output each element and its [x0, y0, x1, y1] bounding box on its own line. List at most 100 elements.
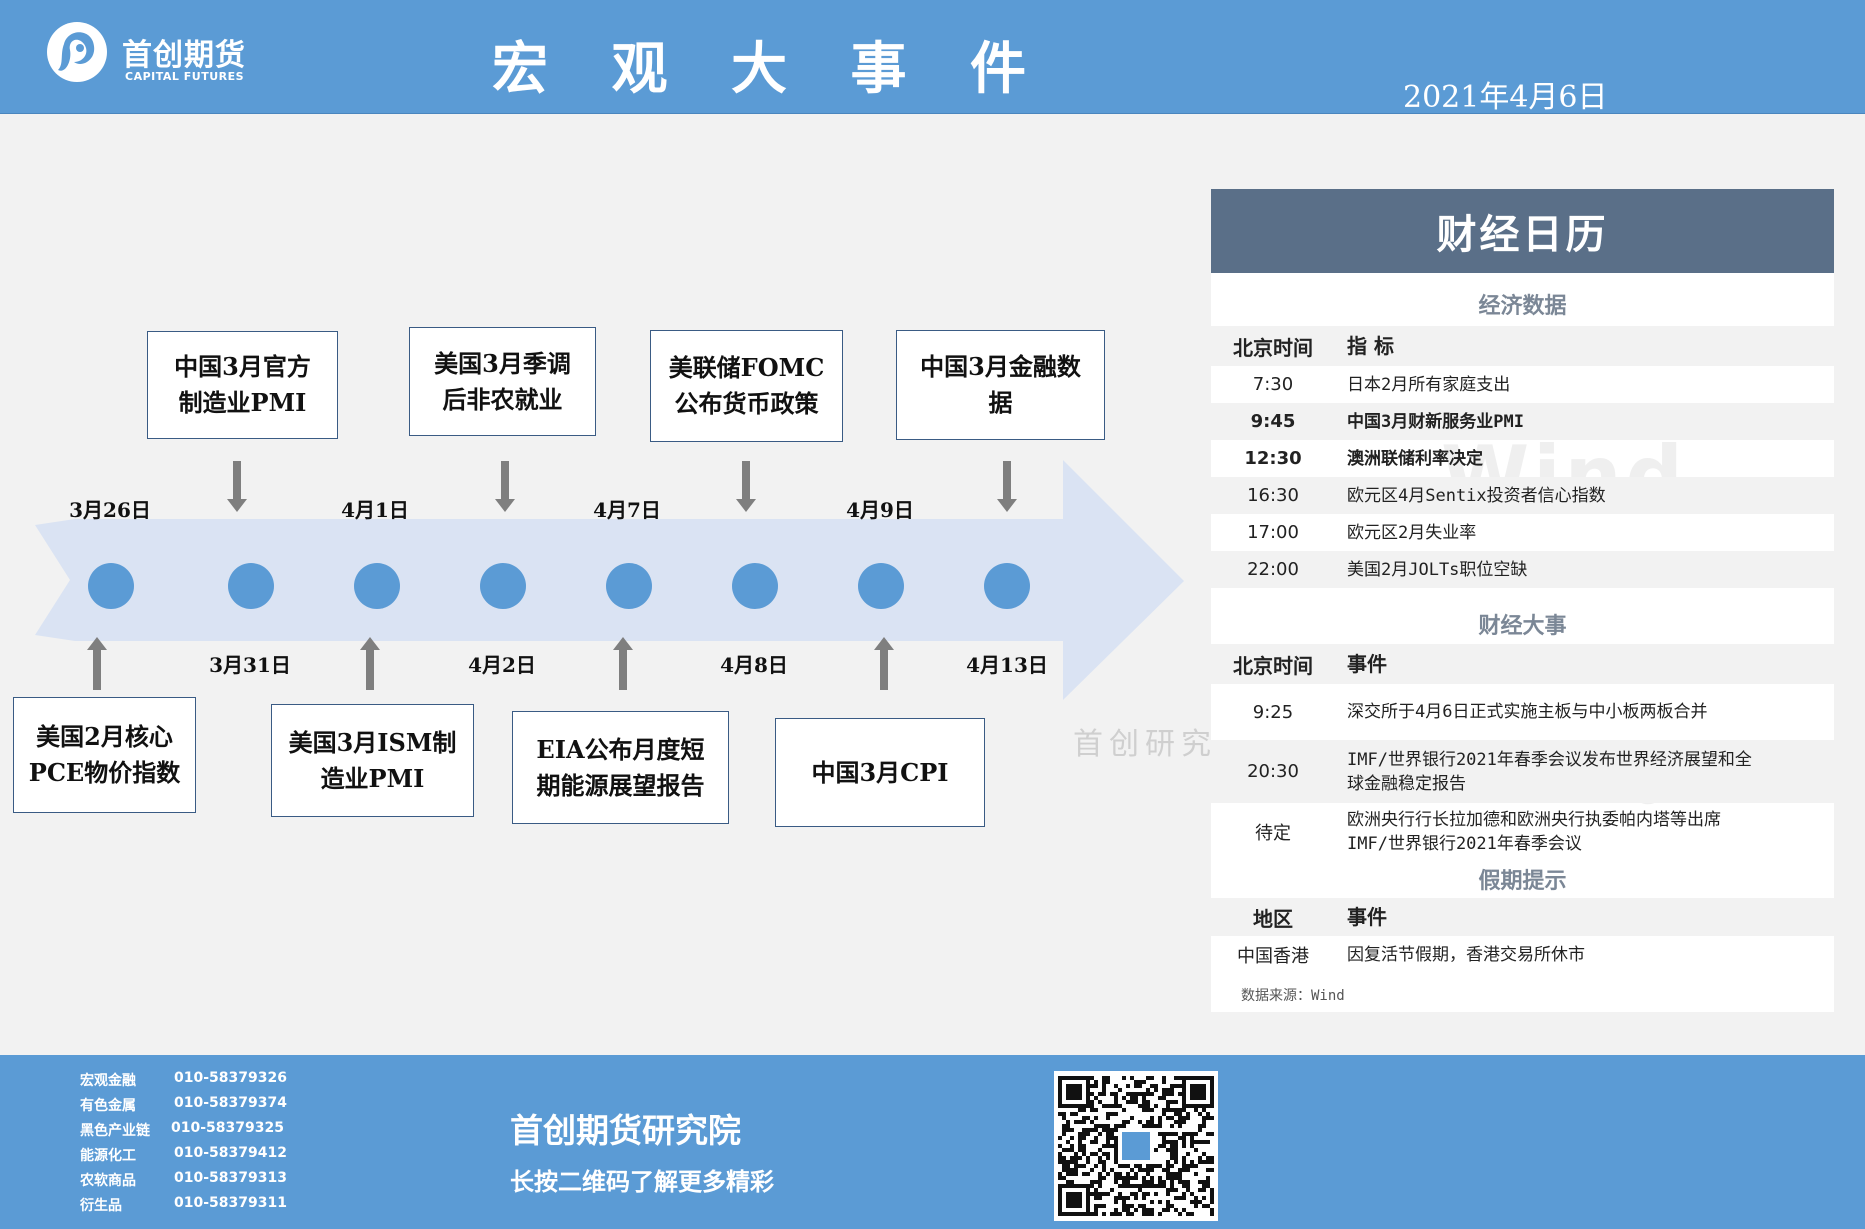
timeline-event-box: 美国2月核心 PCE物价指数	[13, 697, 196, 813]
calendar-row-time: 7:30	[1252, 374, 1294, 395]
section-holiday: 假期提示	[1478, 869, 1567, 894]
timeline-event-box: 美国3月ISM制 造业PMI	[271, 704, 474, 817]
data-source-note: 数据来源：Wind	[1241, 988, 1345, 1004]
page-date: 2021年4月6日	[1403, 80, 1608, 115]
calendar-row-item: 澳洲联储利率决定	[1347, 448, 1483, 469]
calendar-row-time: 9:25	[1252, 701, 1294, 723]
calendar-row-item: IMF/世界银行2021年春季会议发布世界经济展望和全 球金融稳定报告	[1347, 749, 1752, 794]
up-pointer-icon	[360, 637, 380, 690]
timeline-date-label: 4月8日	[720, 653, 788, 677]
footer-org-name: 首创期货研究院	[510, 1111, 741, 1150]
calendar-row-item: 欧元区4月Sentix投资者信心指数	[1347, 485, 1606, 506]
timeline-node	[732, 563, 778, 609]
econ-header-time: 北京时间	[1233, 335, 1313, 360]
research-watermark: 首创研究	[1073, 727, 1217, 762]
finance-calendar-panel: 财经日历 Wind Wind 经济数据 北京时间 指 标 7:30日本2月所有家…	[1211, 189, 1834, 1012]
contact-dept: 衍生品	[80, 1198, 122, 1214]
section-finance-events: 财经大事	[1478, 614, 1567, 639]
down-pointer-icon	[495, 461, 515, 512]
contact-dept: 有色金属	[80, 1098, 136, 1114]
calendar-row: 20:30 IMF/世界银行2021年春季会议发布世界经济展望和全 球金融稳定报告	[1211, 740, 1834, 803]
timeline-date-label: 4月13日	[966, 653, 1048, 677]
timeline-date-label: 4月2日	[468, 653, 536, 677]
timeline-event-box: EIA公布月度短 期能源展望报告	[512, 711, 729, 824]
timeline-event-text: 中国3月CPI	[811, 757, 949, 787]
timeline-event-box: 中国3月金融数 据	[896, 330, 1105, 440]
timeline-date-label: 3月26日	[69, 498, 151, 522]
contact-dept: 能源化工	[80, 1148, 136, 1164]
contact-dept: 黑色产业链	[80, 1123, 150, 1139]
calendar-row: 12:30 澳洲联储利率决定	[1211, 440, 1834, 477]
timeline-node	[88, 563, 134, 609]
timeline-event-box: 美国3月季调 后非农就业	[409, 327, 596, 436]
calendar-row: 17:00 欧元区2月失业率	[1211, 514, 1834, 551]
calendar-row: 7:30 日本2月所有家庭支出	[1211, 366, 1834, 403]
down-pointer-icon	[997, 461, 1017, 512]
calendar-row-item: 欧元区2月失业率	[1347, 522, 1477, 543]
calendar-row-time: 17:00	[1247, 522, 1299, 543]
calendar-row-time: 待定	[1255, 822, 1291, 844]
calendar-row: 16:30 欧元区4月Sentix投资者信心指数	[1211, 477, 1834, 514]
holiday-header-row: 地区 事件	[1211, 898, 1834, 936]
timeline-date-label: 4月1日	[341, 498, 409, 522]
timeline-event-box: 中国3月CPI	[775, 718, 985, 827]
timeline-node	[606, 563, 652, 609]
timeline-date-label: 3月31日	[209, 653, 291, 677]
calendar-row: 9:45 中国3月财新服务业PMI	[1211, 403, 1834, 440]
contact-phone[interactable]: 010-58379374	[174, 1095, 287, 1111]
contact-phone[interactable]: 010-58379412	[174, 1145, 287, 1161]
timeline-date-label: 4月7日	[593, 498, 661, 522]
calendar-row: 22:00 美国2月JOLTs职位空缺	[1211, 551, 1834, 588]
footer-slogan: 长按二维码了解更多精彩	[510, 1168, 774, 1196]
econ-header-item: 指 标	[1347, 334, 1394, 358]
contact-dept: 宏观金融	[80, 1073, 136, 1089]
timeline-node	[984, 563, 1030, 609]
timeline-event-text: 中国3月官方 制造业PMI	[174, 352, 311, 417]
contact-phone[interactable]: 010-58379326	[174, 1070, 287, 1086]
events-header-item: 事件	[1347, 652, 1387, 676]
events-header-row: 北京时间 事件	[1211, 644, 1834, 684]
down-pointer-icon	[736, 461, 756, 512]
events-header-time: 北京时间	[1233, 653, 1313, 678]
down-pointer-icon	[227, 461, 247, 512]
calendar-row-item: 日本2月所有家庭支出	[1347, 374, 1511, 395]
calendar-row: 待定 欧洲央行行长拉加德和欧洲央行执委帕内塔等出席 IMF/世界银行2021年春季…	[1211, 803, 1834, 860]
timeline-event-box: 美联储FOMC 公布货币政策	[650, 330, 843, 442]
timeline-event-text: 中国3月金融数 据	[920, 352, 1081, 417]
calendar-row-time: 中国香港	[1237, 946, 1309, 967]
contact-phone[interactable]: 010-58379311	[174, 1195, 287, 1211]
contact-phone[interactable]: 010-58379313	[174, 1170, 287, 1186]
timeline-event-box: 中国3月官方 制造业PMI	[147, 331, 338, 439]
section-econ-data: 经济数据	[1478, 294, 1567, 319]
calendar-title: 财经日历	[1211, 189, 1834, 273]
holiday-header-item: 事件	[1347, 905, 1387, 929]
calendar-row-item: 欧洲央行行长拉加德和欧洲央行执委帕内塔等出席 IMF/世界银行2021年春季会议	[1347, 809, 1721, 854]
up-pointer-icon	[874, 637, 894, 690]
timeline-event-text: 美国3月季调 后非农就业	[434, 348, 571, 414]
calendar-row-time: 20:30	[1247, 761, 1299, 782]
calendar-row-time: 9:45	[1250, 411, 1296, 432]
timeline-node	[858, 563, 904, 609]
calendar-row-item: 深交所于4月6日正式实施主板与中小板两板合并	[1347, 702, 1708, 722]
holiday-header-region: 地区	[1253, 906, 1293, 931]
timeline-event-text: 美联储FOMC 公布货币政策	[668, 353, 825, 418]
timeline-node	[354, 563, 400, 609]
calendar-row-item: 美国2月JOLTs职位空缺	[1347, 559, 1528, 580]
calendar-row: 9:25 深交所于4月6日正式实施主板与中小板两板合并	[1211, 684, 1834, 740]
calendar-row-item: 因复活节假期，香港交易所休市	[1347, 945, 1585, 965]
timeline-event-text: 美国3月ISM制 造业PMI	[288, 727, 457, 793]
up-pointer-icon	[87, 637, 107, 690]
contact-phone[interactable]: 010-58379325	[171, 1120, 284, 1136]
timeline-date-label: 4月9日	[846, 498, 914, 522]
up-pointer-icon	[613, 637, 633, 690]
calendar-row-time: 12:30	[1244, 448, 1302, 469]
calendar-row: 中国香港 因复活节假期，香港交易所休市	[1211, 936, 1834, 974]
timeline-node	[228, 563, 274, 609]
contact-dept: 农软商品	[80, 1173, 136, 1189]
calendar-row-time: 22:00	[1247, 559, 1299, 580]
timeline-event-text: EIA公布月度短 期能源展望报告	[536, 734, 705, 800]
timeline-node	[480, 563, 526, 609]
calendar-row-time: 16:30	[1247, 485, 1299, 506]
econ-header-row: 北京时间 指 标	[1211, 326, 1834, 366]
qr-code-icon[interactable]	[1054, 1071, 1218, 1221]
